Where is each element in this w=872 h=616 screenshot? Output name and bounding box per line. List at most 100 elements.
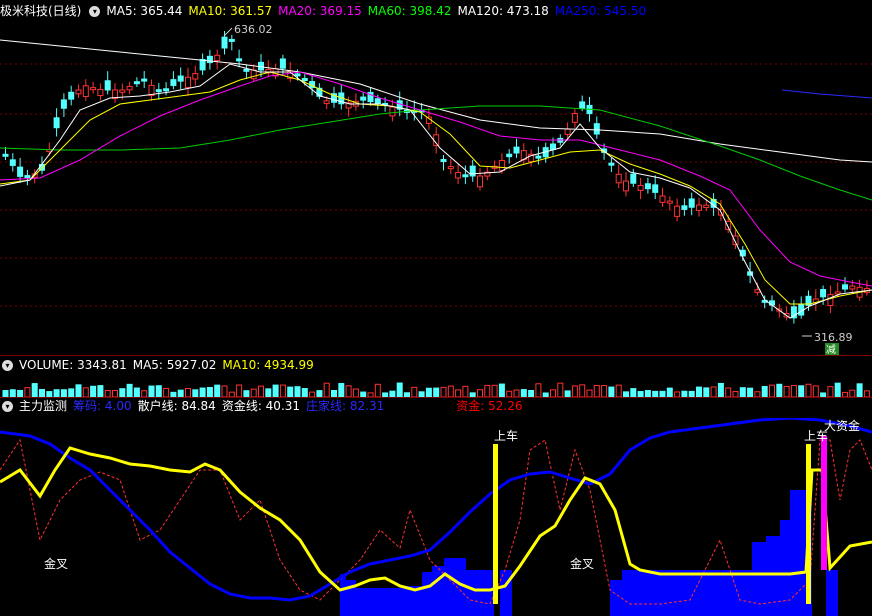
volume-bar — [601, 385, 608, 397]
candle-body — [170, 79, 177, 86]
volume-bar — [206, 387, 213, 397]
volume-bar — [97, 385, 104, 397]
high-price-label: 636.02 — [234, 23, 273, 36]
candle-body — [440, 158, 447, 162]
candle-body — [104, 80, 111, 91]
volume-bar — [425, 387, 432, 397]
candle-body — [82, 85, 89, 98]
volume-bar — [666, 387, 673, 397]
candle-body — [279, 58, 286, 69]
candle-body — [301, 78, 308, 82]
volume-bar — [608, 386, 615, 397]
price-chart[interactable]: 636.02 316.89 减 — [0, 21, 872, 356]
high-pointer — [223, 27, 233, 37]
volume-bar — [192, 389, 199, 397]
ma20-legend: MA20: 369.15 — [278, 4, 362, 18]
volume-bar — [717, 382, 724, 397]
candle-body — [674, 205, 681, 217]
candle-body — [637, 184, 644, 191]
volume-bar — [411, 386, 418, 397]
volume-bar — [287, 386, 294, 397]
volume-bar — [761, 385, 768, 397]
volume-bar — [849, 389, 856, 397]
volume-bar — [498, 383, 505, 397]
volume-bar — [520, 389, 527, 397]
volume-bar — [82, 387, 89, 397]
volume-bar — [9, 389, 16, 397]
volume-bar — [17, 389, 24, 397]
candle-body — [666, 200, 673, 204]
ma10-line — [0, 71, 872, 305]
volume-bar — [462, 385, 469, 397]
indicator-header: ▾ 主力监测 筹码: 4.00 散户线: 84.84 资金线: 40.31 庄家线: 82… — [0, 397, 872, 415]
candle-body — [652, 184, 659, 193]
dazijin-bar — [821, 436, 827, 570]
volume-bar — [433, 387, 440, 397]
volume-bar — [703, 387, 710, 397]
zhuchou-legend: 筹码: 4.00 — [73, 399, 132, 413]
sanhu-legend: 散户线: 84.84 — [137, 399, 216, 413]
volume-bar — [550, 389, 556, 397]
grid — [0, 63, 872, 307]
candle-body — [75, 89, 82, 95]
volume-bar — [856, 383, 863, 397]
volume-bar — [338, 383, 345, 397]
indicator-chart[interactable]: 上车 上车 大资金 金叉 金叉 — [0, 418, 872, 616]
volume-bar — [827, 386, 834, 397]
candle-body — [141, 78, 148, 82]
volume-bar — [535, 383, 542, 397]
volume-bar — [75, 384, 82, 397]
volume-bar — [199, 387, 206, 397]
jincha-label-2: 金叉 — [570, 556, 594, 571]
volume-bar — [272, 384, 279, 397]
candle-body — [53, 117, 60, 129]
candle-body — [827, 294, 834, 307]
ma250-line — [781, 89, 872, 99]
volume-bar — [90, 385, 97, 397]
candle-body — [820, 288, 827, 298]
ma10-legend: MA10: 361.57 — [188, 4, 273, 18]
volume-bar — [265, 388, 272, 397]
volume-bar — [345, 385, 352, 397]
candle-body — [236, 58, 243, 62]
volume-bar — [53, 389, 60, 397]
candle-body — [185, 76, 191, 89]
zijinxian-legend: 资金线: 40.31 — [221, 399, 301, 413]
collapse-icon[interactable]: ▾ — [89, 6, 101, 17]
volume-bar — [221, 385, 228, 397]
ma250-legend: MA250: 545.50 — [554, 4, 647, 18]
candle-body — [221, 36, 228, 49]
volume-header: ▾ VOLUME: 3343.81 MA5: 5927.02 MA10: 4934.9… — [0, 356, 872, 374]
volume-bar — [258, 385, 264, 397]
volume-bars — [2, 382, 870, 397]
volume-bar — [294, 386, 301, 397]
candle-body — [177, 75, 184, 82]
volume-chart[interactable] — [0, 375, 872, 397]
candle-body — [133, 81, 140, 85]
candle-body — [644, 183, 651, 190]
candle-body — [60, 99, 67, 109]
candle-body — [593, 123, 600, 135]
candle-body — [703, 204, 710, 209]
volume-bar — [798, 385, 805, 397]
collapse-icon[interactable]: ▾ — [2, 360, 13, 371]
candle-body — [228, 38, 235, 42]
volume-bar — [323, 382, 330, 397]
candle-body — [571, 113, 578, 123]
collapse-icon[interactable]: ▾ — [2, 401, 13, 412]
candle-body — [199, 58, 206, 71]
volume-bar — [155, 385, 162, 397]
volume-bar — [790, 384, 797, 397]
shangche-bar-2 — [806, 444, 811, 604]
volume-bar — [586, 389, 593, 397]
candle-body — [2, 153, 9, 157]
candle-body — [535, 155, 542, 159]
volume-bar — [484, 384, 491, 397]
volume-bar — [440, 386, 447, 397]
candle-body — [615, 173, 622, 184]
volume-bar — [214, 384, 221, 397]
volume-bar — [834, 382, 841, 397]
volume-bar — [68, 388, 75, 397]
candle-body — [119, 89, 126, 93]
volume-bar — [236, 384, 243, 397]
